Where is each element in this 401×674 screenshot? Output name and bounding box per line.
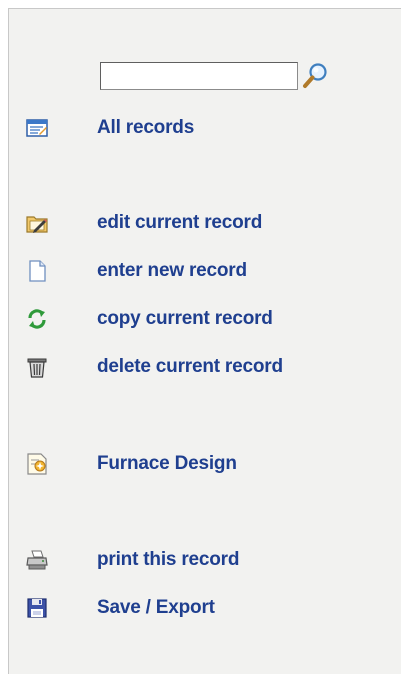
trash-icon [25,355,49,379]
copy-record-label: copy current record [97,308,273,329]
floppy-disk-icon [25,596,49,620]
new-record-label: enter new record [97,260,247,281]
copy-refresh-icon [25,307,49,331]
side-panel: All records edit current record enter ne… [8,8,401,674]
new-document-icon [25,259,49,283]
design-document-icon [25,452,49,476]
edit-record-label: edit current record [97,212,263,233]
furnace-design-label: Furnace Design [97,453,237,474]
all-records-label: All records [97,117,195,138]
edit-icon [25,211,49,235]
search-bar [100,61,330,91]
magnifier-icon[interactable] [300,61,330,91]
print-record-label: print this record [97,549,240,570]
save-export-label: Save / Export [97,597,215,618]
search-input[interactable] [100,62,298,90]
records-list-icon [25,116,49,140]
printer-icon [25,548,49,572]
delete-record-label: delete current record [97,356,283,377]
